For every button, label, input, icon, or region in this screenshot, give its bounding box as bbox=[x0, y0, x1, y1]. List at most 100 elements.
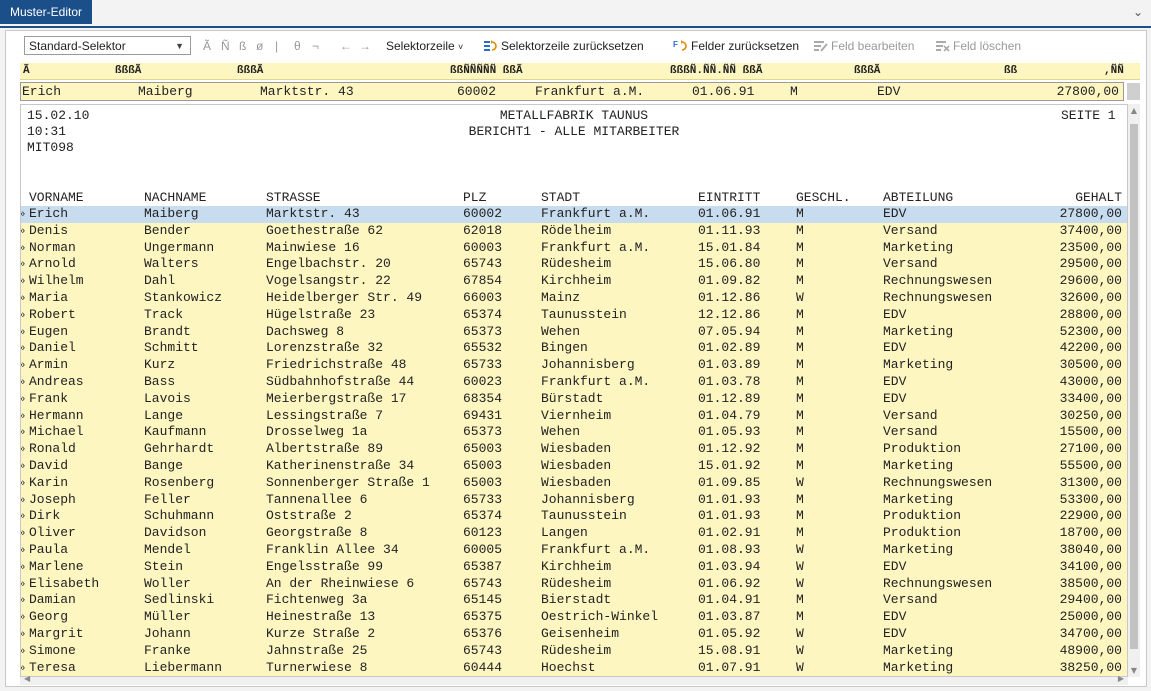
cell-gehalt: 34700,00 bbox=[1059, 625, 1122, 641]
table-row[interactable]: »WilhelmDahlVogelsangstr. 2267854Kirchhe… bbox=[21, 273, 1127, 290]
table-row[interactable]: »DamianSedlinskiFichtenweg 3a65145Bierst… bbox=[21, 592, 1127, 609]
table-row[interactable]: »GeorgMüllerHeinestraße 1365375Oestrich-… bbox=[21, 609, 1127, 626]
reset-selektorzeile-button[interactable]: Selektorzeile zurücksetzen bbox=[483, 39, 644, 53]
selector-row-scrollbar[interactable] bbox=[1127, 83, 1140, 100]
arrow-right-button[interactable]: → bbox=[359, 39, 371, 53]
cell-stadt: Hoechst bbox=[541, 659, 596, 675]
chevron-down-icon[interactable]: ⌄ bbox=[1133, 5, 1143, 19]
glyph-button-sharp-s[interactable]: ß bbox=[239, 39, 246, 53]
table-row[interactable]: »ArnoldWaltersEngelbachstr. 2065743Rüdes… bbox=[21, 256, 1127, 273]
mask-field[interactable]: ßßßÃ bbox=[115, 63, 141, 79]
cell-vorname: Arnold bbox=[29, 256, 76, 272]
table-row[interactable]: »JosephFellerTannenallee 665733Johannisb… bbox=[21, 492, 1127, 509]
table-row[interactable]: »PaulaMendelFranklin Allee 3460005Frankf… bbox=[21, 542, 1127, 559]
scroll-down-icon[interactable]: ▼ bbox=[1128, 666, 1140, 675]
cell-gehalt: 38500,00 bbox=[1059, 575, 1122, 591]
selector-cell-stadt[interactable]: Frankfurt a.M. bbox=[535, 83, 644, 100]
table-row[interactable]: »MarleneSteinEngelsstraße 9965387Kirchhe… bbox=[21, 559, 1127, 576]
cell-stadt: Frankfurt a.M. bbox=[541, 239, 651, 255]
scroll-right-icon[interactable]: ▶ bbox=[1118, 674, 1124, 683]
cell-strasse: Georgstraße 8 bbox=[266, 525, 368, 541]
selector-cell-nachname[interactable]: Maiberg bbox=[138, 83, 193, 100]
selektorzeile-menu[interactable]: Selektorzeile ˅ bbox=[386, 39, 463, 53]
cell-nachname: Kurz bbox=[144, 357, 176, 373]
selector-cell-plz[interactable]: 60002 bbox=[457, 83, 496, 100]
table-row[interactable]: »OliverDavidsonGeorgstraße 860123Langen0… bbox=[21, 525, 1127, 542]
glyph-button-theta[interactable]: θ bbox=[294, 39, 301, 53]
cell-eintritt: 01.07.91 bbox=[698, 659, 761, 675]
table-row[interactable]: »ArminKurzFriedrichstraße 4865733Johanni… bbox=[21, 357, 1127, 374]
table-row[interactable]: »ErichMaibergMarktstr. 4360002Frankfurt … bbox=[21, 206, 1127, 223]
cell-geschl: M bbox=[796, 592, 804, 608]
table-row[interactable]: »NormanUngermannMainwiese 1660003Frankfu… bbox=[21, 240, 1127, 257]
cell-vorname: Paula bbox=[29, 541, 69, 557]
scroll-up-icon[interactable]: ▲ bbox=[1128, 106, 1140, 115]
cell-nachname: Woller bbox=[144, 575, 191, 591]
cell-eintritt: 01.03.78 bbox=[698, 373, 761, 389]
glyph-button-n-tilde[interactable]: Ñ bbox=[221, 39, 230, 53]
selector-cell-abteilung[interactable]: EDV bbox=[877, 83, 900, 100]
table-row[interactable]: »RobertTrackHügelstraße 2365374Taunusste… bbox=[21, 307, 1127, 324]
selector-cell-eintritt[interactable]: 01.06.91 bbox=[692, 83, 754, 100]
arrow-left-button[interactable]: ← bbox=[340, 39, 352, 53]
cell-plz: 65003 bbox=[463, 441, 503, 457]
cell-vorname: David bbox=[29, 457, 69, 473]
table-row[interactable]: »FrankLavoisMeierbergstraße 1768354Bürst… bbox=[21, 391, 1127, 408]
table-row[interactable]: »KarinRosenbergSonnenberger Straße 16500… bbox=[21, 475, 1127, 492]
table-row[interactable]: »DenisBenderGoethestraße 6262018Rödelhei… bbox=[21, 223, 1127, 240]
mask-field[interactable]: ßß bbox=[1004, 63, 1017, 79]
reset-felder-button[interactable]: F Felder zurücksetzen bbox=[673, 39, 799, 53]
table-row[interactable]: »AndreasBassSüdbahnhofstraße 4460023Fran… bbox=[21, 374, 1127, 391]
glyph-button-o-slash[interactable]: ø bbox=[256, 39, 263, 53]
tab-muster-editor[interactable]: Muster-Editor bbox=[0, 0, 93, 24]
table-row[interactable]: »RonaldGehrhardtAlbertstraße 8965003Wies… bbox=[21, 441, 1127, 458]
table-row[interactable]: »DavidBangeKatherinenstraße 3465003Wiesb… bbox=[21, 458, 1127, 475]
cell-geschl: M bbox=[796, 222, 804, 238]
table-row[interactable]: »HermannLangeLessingstraße 769431Viernhe… bbox=[21, 408, 1127, 425]
mask-field[interactable]: ßßßÑ.ÑÑ.ÑÑ ßßÃ bbox=[670, 63, 762, 79]
table-row[interactable]: »MariaStankowiczHeidelberger Str. 496600… bbox=[21, 290, 1127, 307]
vertical-scroll-thumb[interactable] bbox=[1130, 124, 1138, 649]
cell-vorname: Wilhelm bbox=[29, 273, 84, 289]
cell-gehalt: 18700,00 bbox=[1059, 525, 1122, 541]
cell-eintritt: 01.06.91 bbox=[698, 206, 761, 221]
table-row[interactable]: »EugenBrandtDachsweg 865373Wehen07.05.94… bbox=[21, 324, 1127, 341]
vertical-scrollbar[interactable]: ▲ ▼ bbox=[1128, 104, 1140, 677]
feld-loeschen-button[interactable]: Feld löschen bbox=[935, 39, 1021, 53]
table-row[interactable]: »MargritJohannKurze Straße 265376Geisenh… bbox=[21, 626, 1127, 643]
selector-dropdown[interactable]: Standard-Selektor ▼ bbox=[24, 36, 191, 55]
mask-field[interactable]: ßßßÃ bbox=[854, 63, 880, 79]
cell-stadt: Oestrich-Winkel bbox=[541, 609, 659, 625]
cell-abteilung: Marketing bbox=[883, 239, 954, 255]
selector-cell-strasse[interactable]: Marktstr. 43 bbox=[260, 83, 354, 100]
table-row[interactable]: »ElisabethWollerAn der Rheinwiese 665743… bbox=[21, 576, 1127, 593]
cell-abteilung: Versand bbox=[883, 256, 938, 272]
feld-bearbeiten-button[interactable]: Feld bearbeiten bbox=[813, 39, 914, 53]
table-row[interactable]: »MichaelKaufmannDrosselweg 1a65373Wehen0… bbox=[21, 424, 1127, 441]
report-view: 15.02.10 10:31 MIT098 METALLFABRIK TAUNU… bbox=[20, 104, 1128, 677]
cell-stadt: Wehen bbox=[541, 424, 581, 440]
table-row[interactable]: »DirkSchuhmannOststraße 265374Taunusstei… bbox=[21, 508, 1127, 525]
mask-field[interactable]: ßßÑÑÑÑÑ ßßÃ bbox=[450, 63, 523, 79]
table-row[interactable]: »SimoneFrankeJahnstraße 2565743Rüdesheim… bbox=[21, 643, 1127, 660]
mask-field[interactable]: ,ÑÑ bbox=[1104, 63, 1124, 79]
selector-row[interactable]: Erich Maiberg Marktstr. 43 60002 Frankfu… bbox=[20, 82, 1124, 101]
glyph-button-a-tilde[interactable]: Ã bbox=[203, 39, 211, 53]
column-header-abteilung: ABTEILUNG bbox=[883, 190, 954, 205]
scroll-left-icon[interactable]: ◀ bbox=[24, 674, 30, 683]
cell-geschl: M bbox=[796, 457, 804, 473]
selector-cell-geschl[interactable]: M bbox=[790, 83, 798, 100]
cell-gehalt: 38040,00 bbox=[1059, 541, 1122, 557]
reset-fields-icon: F bbox=[673, 40, 687, 51]
glyph-button-not[interactable]: ¬ bbox=[312, 39, 319, 53]
selector-cell-vorname[interactable]: Erich bbox=[22, 83, 61, 100]
horizontal-scrollbar[interactable]: ◀ ▶ bbox=[20, 674, 1128, 685]
delete-field-icon bbox=[936, 41, 950, 52]
mask-field[interactable]: Ã bbox=[23, 63, 30, 79]
mask-field[interactable]: ßßßÃ bbox=[237, 63, 263, 79]
table-row[interactable]: »DanielSchmittLorenzstraße 3265532Bingen… bbox=[21, 340, 1127, 357]
feld-bearbeiten-label: Feld bearbeiten bbox=[831, 39, 915, 53]
selector-cell-gehalt[interactable]: 27800,00 bbox=[1039, 83, 1119, 100]
glyph-button-bar[interactable]: | bbox=[275, 39, 278, 53]
table-row[interactable]: »TeresaLiebermannTurnerwiese 860444Hoech… bbox=[21, 659, 1127, 676]
